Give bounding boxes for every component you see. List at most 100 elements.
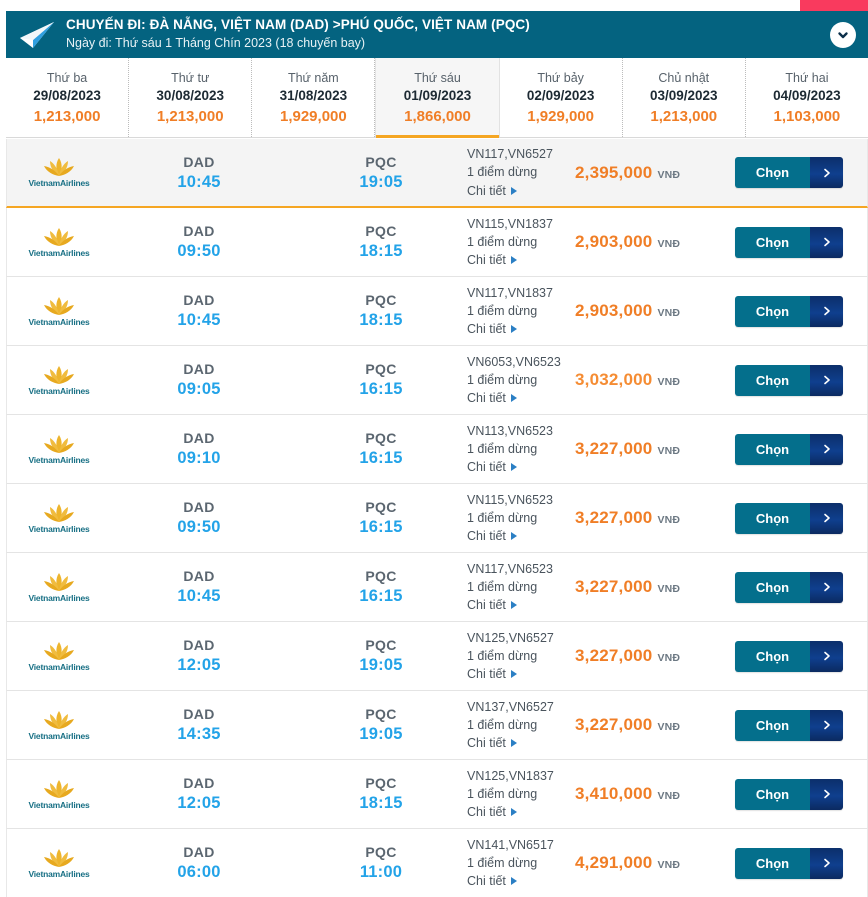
arrival-cell: PQC18:15 <box>319 223 443 261</box>
flight-detail-link[interactable]: Chi tiết <box>467 458 563 476</box>
flight-detail-link[interactable]: Chi tiết <box>467 872 563 890</box>
lotus-flower-icon <box>42 296 76 316</box>
flight-details-block: VN117,VN65231 điểm dừngChi tiết <box>467 560 563 614</box>
date-tab-02-09-2023[interactable]: Thứ bảy02/09/20231,929,000 <box>500 58 623 137</box>
select-flight-button[interactable]: Chọn <box>735 365 843 396</box>
flight-price: 4,291,000 <box>575 853 652 873</box>
flight-detail-link[interactable]: Chi tiết <box>467 527 563 545</box>
flight-price: 3,227,000 <box>575 439 652 459</box>
lotus-flower-icon <box>42 227 76 247</box>
date-tab-04-09-2023[interactable]: Thứ hai04/09/20231,103,000 <box>746 58 868 137</box>
arrival-time: 19:05 <box>359 656 402 675</box>
stops-count: 1 điểm dừng <box>467 509 563 527</box>
flight-detail-label: Chi tiết <box>467 596 506 614</box>
select-flight-button[interactable]: Chọn <box>735 157 843 188</box>
trip-header-text: CHUYẾN ĐI: ĐÀ NẴNG, VIỆT NAM (DAD) >PHÚ … <box>66 17 830 52</box>
date-tab-31-08-2023[interactable]: Thứ năm31/08/20231,929,000 <box>252 58 375 137</box>
select-flight-button[interactable]: Chọn <box>735 848 843 879</box>
departure-cell: DAD10:45 <box>137 154 261 192</box>
arrival-cell: PQC19:05 <box>319 154 443 192</box>
select-flight-button[interactable]: Chọn <box>735 710 843 741</box>
chevron-right-icon <box>810 157 843 188</box>
date-tab-03-09-2023[interactable]: Chủ nhật03/09/20231,213,000 <box>623 58 746 137</box>
flight-row[interactable]: VietnamAirlinesDAD09:05PQC16:15VN6053,VN… <box>6 346 868 415</box>
select-flight-button[interactable]: Chọn <box>735 779 843 810</box>
date-tab-01-09-2023[interactable]: Thứ sáu01/09/20231,866,000 <box>375 58 499 137</box>
flight-row[interactable]: VietnamAirlinesDAD10:45PQC16:15VN117,VN6… <box>6 553 868 622</box>
action-cell: Chọn <box>735 779 867 810</box>
select-flight-label: Chọn <box>735 296 810 327</box>
flight-detail-link[interactable]: Chi tiết <box>467 734 563 752</box>
flight-detail-link[interactable]: Chi tiết <box>467 251 563 269</box>
select-flight-button[interactable]: Chọn <box>735 641 843 672</box>
origin-airport-code: DAD <box>183 637 214 653</box>
departure-time: 10:45 <box>177 173 220 192</box>
date-tab-dayofweek: Thứ tư <box>171 71 209 85</box>
flight-info-cell: VN6053,VN65231 điểm dừngChi tiết3,032,00… <box>443 353 735 407</box>
stops-count: 1 điểm dừng <box>467 578 563 596</box>
select-flight-label: Chọn <box>735 227 810 258</box>
date-tab-date: 03/09/2023 <box>650 88 718 103</box>
stops-count: 1 điểm dừng <box>467 647 563 665</box>
flight-row[interactable]: VietnamAirlinesDAD10:45PQC19:05VN117,VN6… <box>6 139 868 208</box>
date-tab-29-08-2023[interactable]: Thứ ba29/08/20231,213,000 <box>6 58 129 137</box>
lotus-flower-icon <box>42 779 76 799</box>
select-flight-button[interactable]: Chọn <box>735 296 843 327</box>
flight-row[interactable]: VietnamAirlinesDAD10:45PQC18:15VN117,VN1… <box>6 277 868 346</box>
flight-detail-link[interactable]: Chi tiết <box>467 596 563 614</box>
currency-label: VNĐ <box>657 307 680 319</box>
currency-label: VNĐ <box>657 583 680 595</box>
arrival-time: 16:15 <box>359 449 402 468</box>
date-tab-dayofweek: Thứ năm <box>288 71 339 85</box>
airline-cell: VietnamAirlines <box>7 296 111 327</box>
date-tab-date: 31/08/2023 <box>280 88 348 103</box>
arrival-time: 16:15 <box>359 380 402 399</box>
chevron-right-icon <box>810 503 843 534</box>
destination-airport-code: PQC <box>365 775 396 791</box>
flight-results-page: CHUYẾN ĐI: ĐÀ NẴNG, VIỆT NAM (DAD) >PHÚ … <box>0 0 868 897</box>
triangle-right-icon <box>511 877 517 885</box>
flight-row[interactable]: VietnamAirlinesDAD14:35PQC19:05VN137,VN6… <box>6 691 868 760</box>
destination-airport-code: PQC <box>365 430 396 446</box>
chevron-right-icon <box>810 710 843 741</box>
flight-details-block: VN125,VN65271 điểm dừngChi tiết <box>467 629 563 683</box>
flight-row[interactable]: VietnamAirlinesDAD12:05PQC18:15VN125,VN1… <box>6 760 868 829</box>
flight-detail-link[interactable]: Chi tiết <box>467 803 563 821</box>
chevron-right-icon <box>810 572 843 603</box>
collapse-toggle-button[interactable] <box>830 22 856 48</box>
arrival-time: 16:15 <box>359 587 402 606</box>
flight-detail-link[interactable]: Chi tiết <box>467 665 563 683</box>
departure-cell: DAD14:35 <box>137 706 261 744</box>
flight-row[interactable]: VietnamAirlinesDAD09:50PQC16:15VN115,VN6… <box>6 484 868 553</box>
select-flight-label: Chọn <box>735 710 810 741</box>
select-flight-button[interactable]: Chọn <box>735 434 843 465</box>
departure-time: 14:35 <box>177 725 220 744</box>
select-flight-button[interactable]: Chọn <box>735 572 843 603</box>
flight-detail-link[interactable]: Chi tiết <box>467 389 563 407</box>
flight-row[interactable]: VietnamAirlinesDAD09:10PQC16:15VN113,VN6… <box>6 415 868 484</box>
triangle-right-icon <box>511 394 517 402</box>
flight-row[interactable]: VietnamAirlinesDAD09:50PQC18:15VN115,VN1… <box>6 208 868 277</box>
flight-detail-link[interactable]: Chi tiết <box>467 182 563 200</box>
stops-count: 1 điểm dừng <box>467 854 563 872</box>
airline-name: VietnamAirlines <box>28 524 89 534</box>
flight-detail-label: Chi tiết <box>467 527 506 545</box>
flight-row[interactable]: VietnamAirlinesDAD06:00PQC11:00VN141,VN6… <box>6 829 868 897</box>
destination-airport-code: PQC <box>365 844 396 860</box>
flight-row[interactable]: VietnamAirlinesDAD12:05PQC19:05VN125,VN6… <box>6 622 868 691</box>
triangle-right-icon <box>511 463 517 471</box>
arrival-cell: PQC18:15 <box>319 775 443 813</box>
lotus-flower-icon <box>42 710 76 730</box>
date-tab-30-08-2023[interactable]: Thứ tư30/08/20231,213,000 <box>129 58 252 137</box>
date-price-strip: Thứ ba29/08/20231,213,000Thứ tư30/08/202… <box>6 58 868 138</box>
origin-airport-code: DAD <box>183 292 214 308</box>
departure-cell: DAD10:45 <box>137 568 261 606</box>
flight-numbers: VN113,VN6523 <box>467 422 563 440</box>
flight-detail-link[interactable]: Chi tiết <box>467 320 563 338</box>
select-flight-button[interactable]: Chọn <box>735 227 843 258</box>
date-tab-date: 29/08/2023 <box>33 88 101 103</box>
airline-cell: VietnamAirlines <box>7 434 111 465</box>
flight-detail-label: Chi tiết <box>467 803 506 821</box>
select-flight-button[interactable]: Chọn <box>735 503 843 534</box>
flight-detail-label: Chi tiết <box>467 389 506 407</box>
